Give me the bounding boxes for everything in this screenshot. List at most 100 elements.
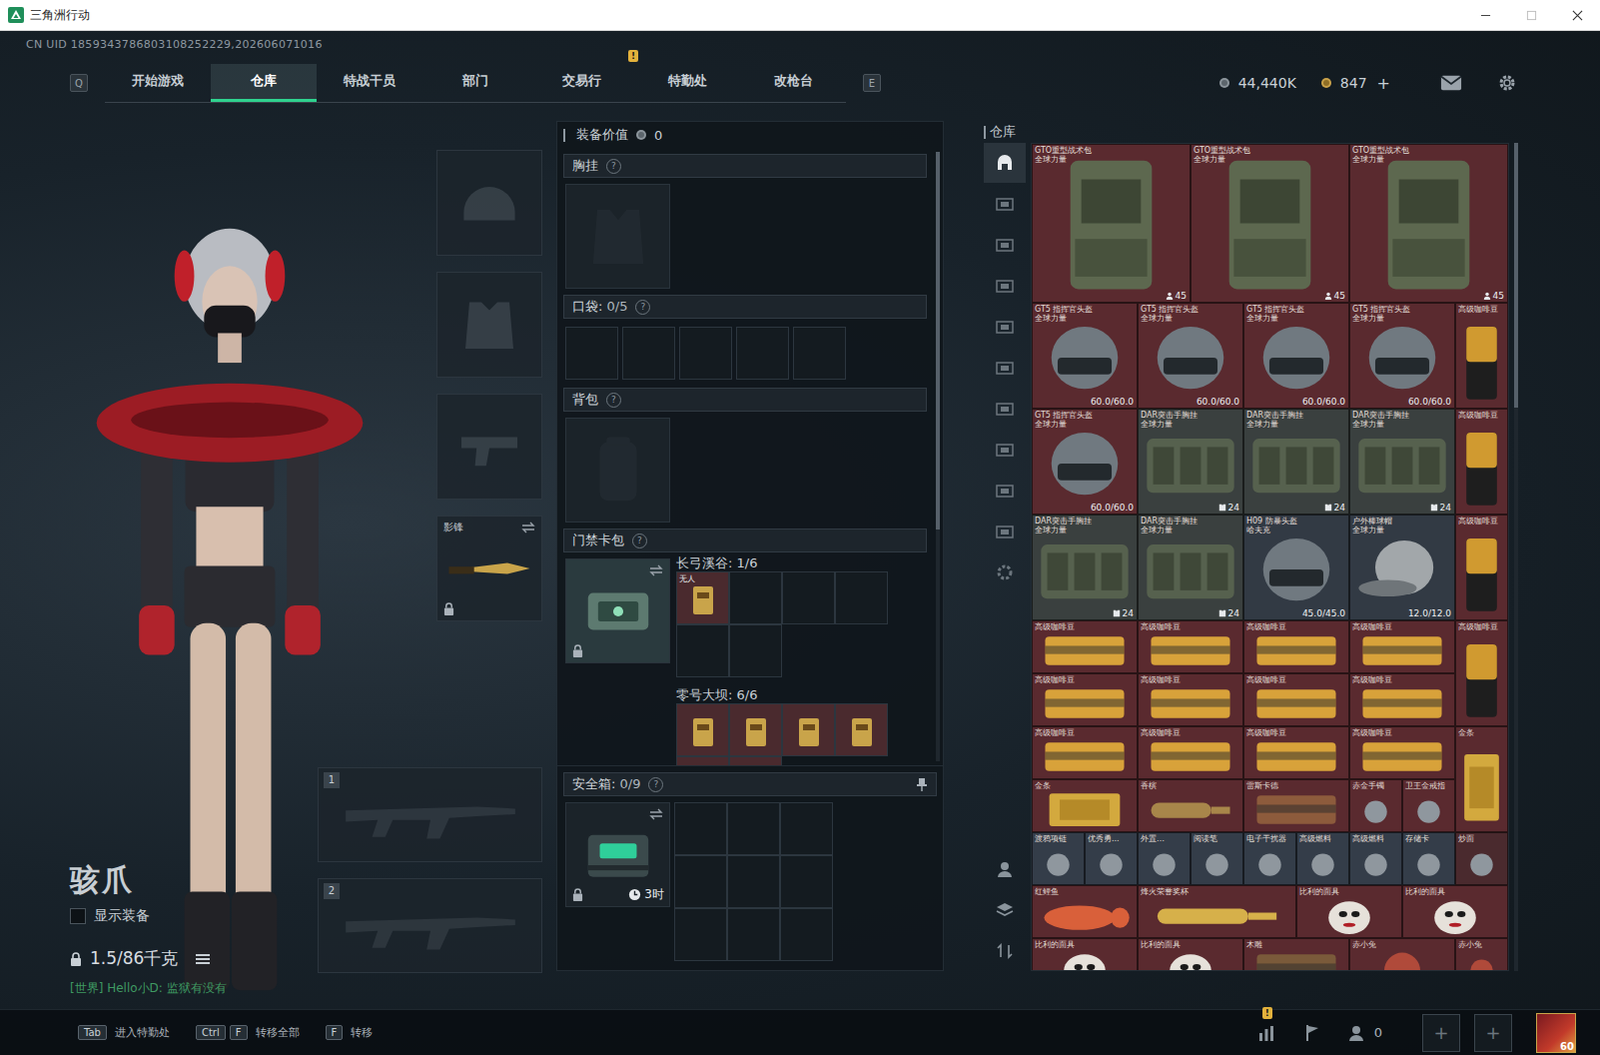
main-tab[interactable]: 开始游戏 [104,63,211,102]
warehouse-item[interactable]: 高级咖啡豆 [1137,620,1244,674]
warehouse-item[interactable]: 红鲤鱼 [1031,884,1138,938]
warehouse-item[interactable]: DAR突击手胸挂全球力量24 [1137,514,1244,621]
add-token-button[interactable]: + [1375,73,1393,93]
show-equipment-checkbox[interactable] [69,907,86,924]
warehouse-item[interactable]: 金条 [1031,779,1138,832]
operator-storage[interactable] [983,848,1026,889]
help-mark[interactable]: ? [606,392,622,408]
help-mark[interactable]: ? [606,158,622,174]
settings-gear-icon[interactable] [1496,73,1519,92]
warehouse-tab[interactable] [983,265,1026,306]
weapon-slot[interactable]: 1 [317,767,543,862]
warehouse-item[interactable]: GTO重型战术包全球力量45 [1349,143,1509,303]
warehouse-item[interactable]: 存储卡 [1402,831,1456,885]
main-tab[interactable]: 特战干员 [316,63,423,102]
warehouse-tab[interactable] [983,306,1026,347]
prev-tab-key[interactable]: Q [69,73,88,92]
keycard-slot[interactable] [676,703,730,757]
pocket-slot[interactable] [793,326,846,380]
warehouse-item[interactable]: DAR突击手胸挂全球力量24 [1137,408,1244,515]
key-hint[interactable]: CtrlF转移全部 [195,1024,300,1040]
warehouse-tab[interactable] [983,183,1026,224]
main-tab[interactable]: 仓库 [210,63,317,102]
chest-rig-slot[interactable] [565,183,671,289]
warehouse-item[interactable]: GTO重型战术包全球力量45 [1031,143,1191,303]
warehouse-tab[interactable] [983,511,1026,552]
next-tab-key[interactable]: E [862,73,881,92]
warehouse-item[interactable]: 赤小兔 [1455,937,1509,971]
warehouse-tab[interactable] [983,388,1026,429]
warehouse-item[interactable]: 高级咖啡豆 [1031,726,1138,780]
main-tab[interactable]: 交易行 [528,63,635,102]
swap-icon[interactable] [649,564,664,577]
close-button[interactable] [1554,0,1600,30]
warehouse-item[interactable]: 高级咖啡豆 [1455,302,1509,409]
keycard-slot[interactable] [834,571,888,625]
pocket-slot[interactable] [679,326,733,380]
warehouse-item[interactable]: 高级燃料 [1296,831,1350,885]
swap-icon[interactable] [521,521,536,534]
warehouse-tab[interactable] [983,470,1026,511]
gear-slot[interactable] [436,149,543,256]
warehouse-item[interactable]: 高级咖啡豆 [1031,673,1138,727]
warehouse-item[interactable]: 电子干扰器 [1243,831,1297,885]
weight-details-icon[interactable] [195,952,210,965]
safe-box-cell[interactable] [780,907,833,961]
help-mark[interactable]: ? [635,299,651,315]
warehouse-item[interactable]: GT5 指挥官头盔全球力量60.0/60.0 [1243,302,1350,409]
warehouse-item[interactable]: 高级咖啡豆 [1455,620,1509,727]
warehouse-item[interactable]: 外置… [1137,831,1191,885]
main-tab[interactable]: 改枪台 [740,63,846,102]
warehouse-item[interactable]: GT5 指挥官头盔全球力量60.0/60.0 [1031,302,1138,409]
keycard-case-slot[interactable] [565,558,671,664]
help-mark[interactable]: ? [632,533,648,549]
warehouse-item[interactable]: H09 防暴头盔哈夫克45.0/45.0 [1243,514,1350,621]
warehouse-item[interactable]: 渡鸦项链 [1031,831,1085,885]
gear-slot[interactable] [436,271,543,378]
safe-box-cell[interactable] [727,854,781,908]
warehouse-tab[interactable] [983,429,1026,470]
warehouse-item[interactable]: 炒面 [1455,831,1509,885]
keycard-slot[interactable] [676,624,730,678]
keycard-slot[interactable] [834,703,888,757]
warehouse-item[interactable]: 高级咖啡豆 [1349,620,1456,674]
keycard-slot[interactable] [782,703,835,757]
add-teammate-button[interactable]: + [1474,1013,1513,1052]
warehouse-item[interactable]: 高级咖啡豆 [1031,620,1138,674]
pocket-slot[interactable] [736,326,790,380]
safe-box-cell[interactable] [727,801,781,855]
warehouse-item[interactable]: 户外棒球帽全球力量12.0/12.0 [1349,514,1456,621]
swap-icon[interactable] [649,807,664,820]
flag-button[interactable] [1296,1022,1329,1043]
warehouse-item[interactable]: 优秀勇... [1084,831,1138,885]
mail-icon[interactable] [1440,73,1463,92]
warehouse-item[interactable]: 木雕 [1243,937,1350,971]
warehouse-settings[interactable] [983,552,1026,593]
safe-box-slot[interactable]: 3时 [565,801,671,907]
minimize-button[interactable] [1462,0,1509,30]
main-tab[interactable]: ! 特勤处 [634,63,741,102]
warehouse-item[interactable]: 高级咖啡豆 [1455,408,1509,515]
pocket-slot[interactable] [565,326,619,380]
warehouse-item[interactable]: 高级咖啡豆 [1349,726,1456,780]
warehouse-item[interactable]: 烽火荣誉奖杯 [1137,884,1297,938]
warehouse-tab[interactable] [983,347,1026,388]
show-equipment-toggle[interactable]: 显示装备 [69,906,318,925]
warehouse-item[interactable]: 高级咖啡豆 [1243,726,1350,780]
keycard-slot[interactable] [729,571,783,625]
warehouse-item[interactable]: 香槟 [1137,779,1244,832]
key-hint[interactable]: F转移 [325,1024,374,1040]
keycard-slot[interactable]: 无人 [676,571,730,625]
warehouse-item[interactable]: DAR突击手胸挂全球力量24 [1031,514,1138,621]
warehouse-item[interactable]: 高级燃料 [1349,831,1403,885]
warehouse-item[interactable]: 金条 [1455,726,1509,832]
warehouse-item[interactable]: 比利的面具 [1031,937,1138,971]
warehouse-item[interactable]: 赤小兔 [1349,937,1456,971]
warehouse-item[interactable]: 高级咖啡豆 [1243,673,1350,727]
player-avatar[interactable]: 60 [1536,1012,1577,1053]
key-hint[interactable]: Tab进入特勤处 [77,1024,170,1040]
warehouse-item[interactable]: 比利的面具 [1402,884,1509,938]
gear-slot[interactable]: 影锋 [436,515,543,622]
keycard-slot[interactable] [729,756,783,766]
safe-box-cell[interactable] [780,801,833,855]
